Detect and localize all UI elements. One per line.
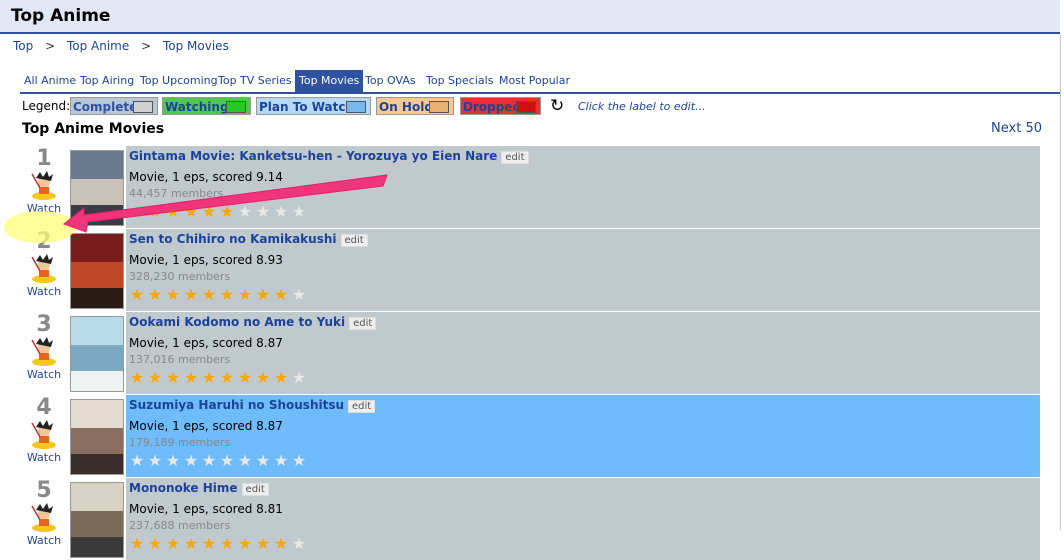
watch-link[interactable]: Watch: [24, 534, 64, 547]
annotation-arrow: [62, 174, 388, 233]
star-icon[interactable]: ★: [183, 536, 201, 552]
star-icon[interactable]: ★: [129, 536, 147, 552]
star-icon[interactable]: ★: [147, 536, 165, 552]
star-icon[interactable]: ★: [273, 536, 291, 552]
star-icon[interactable]: ★: [291, 536, 309, 552]
star-icon[interactable]: ★: [165, 536, 183, 552]
annotation-arrow-shape: [62, 174, 388, 233]
star-icon[interactable]: ★: [219, 536, 237, 552]
star-icon[interactable]: ★: [201, 536, 219, 552]
star-icon[interactable]: ★: [237, 536, 255, 552]
star-icon[interactable]: ★: [255, 536, 273, 552]
star-rating[interactable]: ★★★★★★★★★★: [129, 536, 309, 552]
